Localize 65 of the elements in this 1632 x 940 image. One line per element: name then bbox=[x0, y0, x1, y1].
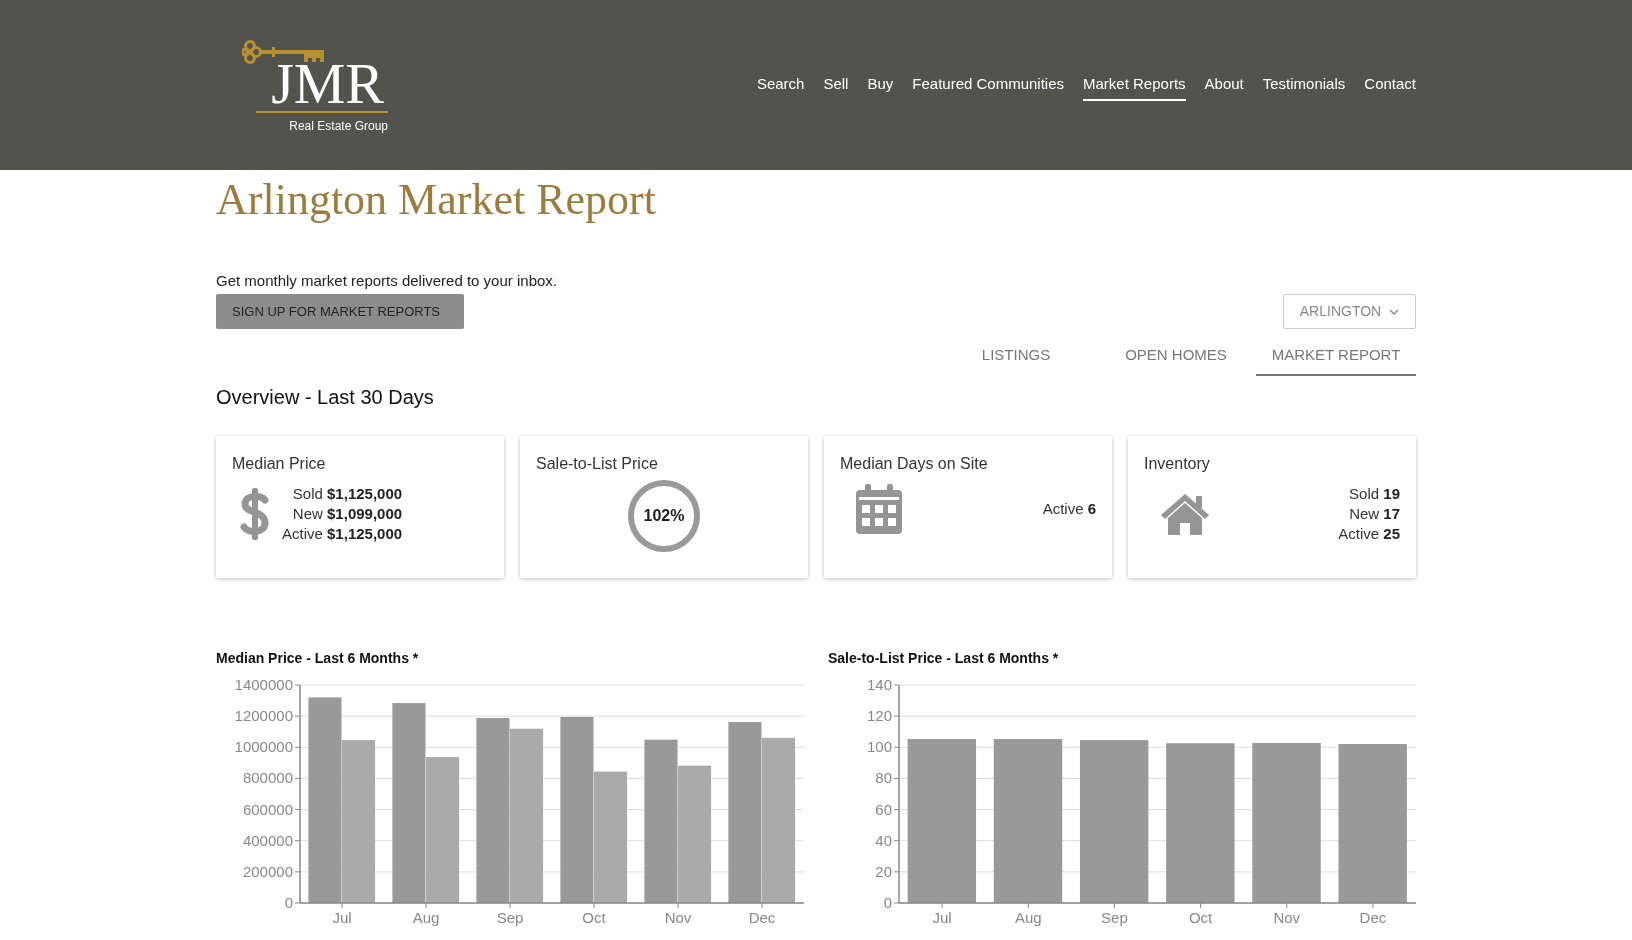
nav-link[interactable]: Sell bbox=[823, 73, 849, 101]
x-tick-label: Oct bbox=[582, 909, 606, 926]
x-tick-label: Jul bbox=[932, 909, 952, 926]
chart-title: Sale-to-List Price - Last 6 Months * bbox=[828, 649, 1060, 668]
nav-link[interactable]: About bbox=[1204, 73, 1244, 101]
stat-line: Sold 19 bbox=[1349, 484, 1400, 504]
x-tick-label: Jul bbox=[332, 909, 352, 926]
house-icon bbox=[1160, 492, 1210, 536]
stat-line: Active 25 bbox=[1338, 524, 1400, 544]
nav-link[interactable]: Search bbox=[756, 73, 805, 101]
y-tick-label: 400000 bbox=[242, 831, 293, 849]
signup-text: Get monthly market reports delivered to your inbox. bbox=[216, 272, 557, 290]
y-tick-label: 20 bbox=[875, 862, 892, 880]
y-tick-label: 1200000 bbox=[234, 707, 293, 725]
y-tick-label: 1400000 bbox=[234, 677, 293, 693]
stat-line: Active 6 bbox=[1042, 499, 1096, 519]
tab[interactable]: OPEN HOMES bbox=[1096, 336, 1256, 376]
calendar-icon bbox=[856, 484, 902, 534]
y-tick-label: 60 bbox=[875, 800, 892, 818]
nav-link[interactable]: Testimonials bbox=[1262, 73, 1346, 101]
y-tick-label: 800000 bbox=[242, 769, 293, 787]
card-title: Median Price bbox=[232, 454, 327, 474]
logo-tagline: Real Estate Group bbox=[289, 118, 389, 135]
chevron-down-icon bbox=[1389, 308, 1400, 315]
x-tick-label: Oct bbox=[1188, 909, 1213, 926]
signup-button[interactable]: SIGN UP FOR MARKET REPORTS bbox=[216, 294, 464, 329]
stat-line: Active $1,125,000 bbox=[282, 524, 403, 544]
x-tick-label: Nov bbox=[1273, 909, 1301, 926]
y-tick-label: 0 bbox=[883, 894, 892, 911]
x-tick-label: Sep bbox=[1101, 909, 1128, 926]
x-tick-label: Dec bbox=[748, 909, 776, 926]
nav-link[interactable]: Featured Communities bbox=[912, 73, 1064, 101]
percent-ring: 102% bbox=[628, 480, 700, 552]
y-tick-label: 200000 bbox=[242, 862, 293, 880]
x-tick-label: Sep bbox=[496, 909, 524, 926]
nav-link[interactable]: Buy bbox=[867, 73, 894, 101]
x-tick-label: Aug bbox=[412, 909, 440, 926]
nav-link[interactable]: Market Reports bbox=[1083, 73, 1186, 101]
stat-line: Sold $1,125,000 bbox=[292, 484, 403, 504]
logo[interactable]: JMR Real Estate Group bbox=[216, 35, 392, 135]
y-tick-label: 1000000 bbox=[234, 738, 293, 756]
y-tick-label: 0 bbox=[284, 894, 293, 911]
logo-letters: JMR bbox=[271, 57, 385, 111]
x-tick-label: Dec bbox=[1359, 909, 1387, 926]
section-heading: Overview - Last 30 Days bbox=[216, 385, 435, 410]
x-tick-label: Nov bbox=[664, 909, 692, 926]
tab[interactable]: LISTINGS bbox=[936, 336, 1096, 376]
stat-line: New $1,099,000 bbox=[292, 504, 403, 524]
y-tick-label: 140 bbox=[866, 677, 892, 693]
card-title: Inventory bbox=[1144, 454, 1211, 474]
nav-link[interactable]: Contact bbox=[1364, 73, 1416, 101]
chart-title: Median Price - Last 6 Months * bbox=[216, 649, 420, 668]
card-title: Sale-to-List Price bbox=[536, 454, 659, 474]
area-dropdown[interactable]: ARLINGTON bbox=[1283, 294, 1416, 329]
page-title: Arlington Market Report bbox=[216, 174, 657, 226]
y-tick-label: 80 bbox=[875, 769, 892, 787]
stat-line: New 17 bbox=[1349, 504, 1400, 524]
dollar-icon bbox=[240, 488, 270, 540]
tab[interactable]: MARKET REPORT bbox=[1256, 336, 1416, 376]
y-tick-label: 120 bbox=[866, 707, 892, 725]
y-tick-label: 600000 bbox=[242, 800, 293, 818]
y-tick-label: 100 bbox=[866, 738, 892, 756]
card-title: Median Days on Site bbox=[840, 454, 989, 474]
x-tick-label: Aug bbox=[1014, 909, 1042, 926]
y-tick-label: 40 bbox=[875, 831, 892, 849]
